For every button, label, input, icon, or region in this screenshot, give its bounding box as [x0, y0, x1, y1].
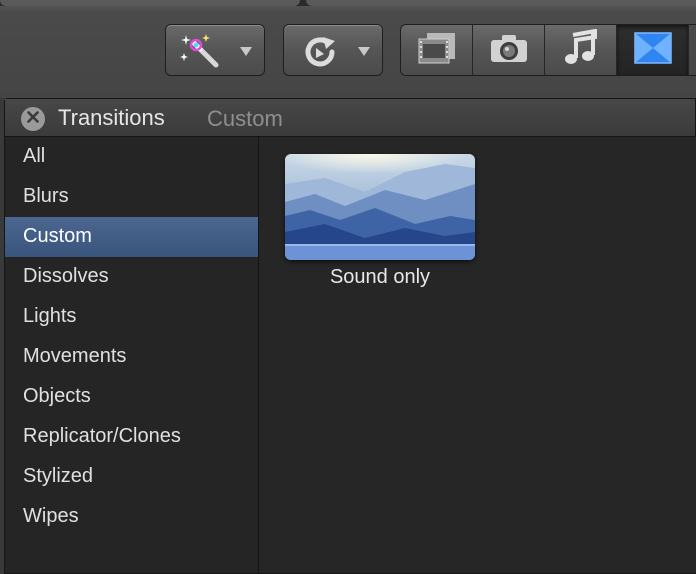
effects-menu-button[interactable]: [165, 24, 265, 76]
top-strip: [0, 0, 696, 6]
transition-label: Sound only: [329, 266, 431, 288]
panel-title: Transitions: [58, 105, 165, 130]
chevron-down-icon: [358, 47, 370, 56]
category-sidebar: All Blurs Custom Dissolves Lights Moveme…: [5, 137, 259, 573]
close-button[interactable]: [21, 107, 45, 131]
magic-wand-icon: [180, 31, 224, 76]
sidebar-item-dissolves[interactable]: Dissolves: [5, 257, 258, 297]
sidebar-item-objects[interactable]: Objects: [5, 377, 258, 417]
toolbar: [0, 0, 696, 98]
transitions-browser: Transitions Custom All Blurs Custom Diss…: [4, 98, 696, 574]
sidebar-item-custom[interactable]: Custom: [5, 217, 258, 257]
film-icon: [417, 31, 457, 70]
photos-tab[interactable]: [473, 25, 545, 75]
sidebar-item-lights[interactable]: Lights: [5, 297, 258, 337]
video-effects-tab[interactable]: [401, 25, 473, 75]
transitions-tab[interactable]: [617, 25, 689, 75]
close-icon: [27, 110, 39, 128]
sidebar-item-all[interactable]: All: [5, 137, 258, 177]
retime-menu-button[interactable]: [283, 24, 383, 76]
music-note-icon: [561, 28, 601, 72]
panel-header: Transitions Custom: [5, 99, 695, 137]
sidebar-item-stylized[interactable]: Stylized: [5, 457, 258, 497]
sidebar-item-wipes[interactable]: Wipes: [5, 497, 258, 537]
camera-icon: [489, 32, 529, 69]
transition-grid: Sound only: [259, 137, 696, 573]
sidebar-item-movements[interactable]: Movements: [5, 337, 258, 377]
sidebar-item-blurs[interactable]: Blurs: [5, 177, 258, 217]
panel-subtitle: Custom: [207, 106, 283, 131]
mountain-landscape-image: [285, 154, 475, 260]
music-tab[interactable]: [545, 25, 617, 75]
retime-icon: [302, 35, 342, 74]
browser-segmented-control: [400, 24, 696, 76]
chevron-down-icon: [240, 47, 252, 56]
transition-thumbnail[interactable]: [285, 154, 475, 260]
transitions-icon: [633, 31, 673, 70]
sidebar-item-replicator-clones[interactable]: Replicator/Clones: [5, 417, 258, 457]
